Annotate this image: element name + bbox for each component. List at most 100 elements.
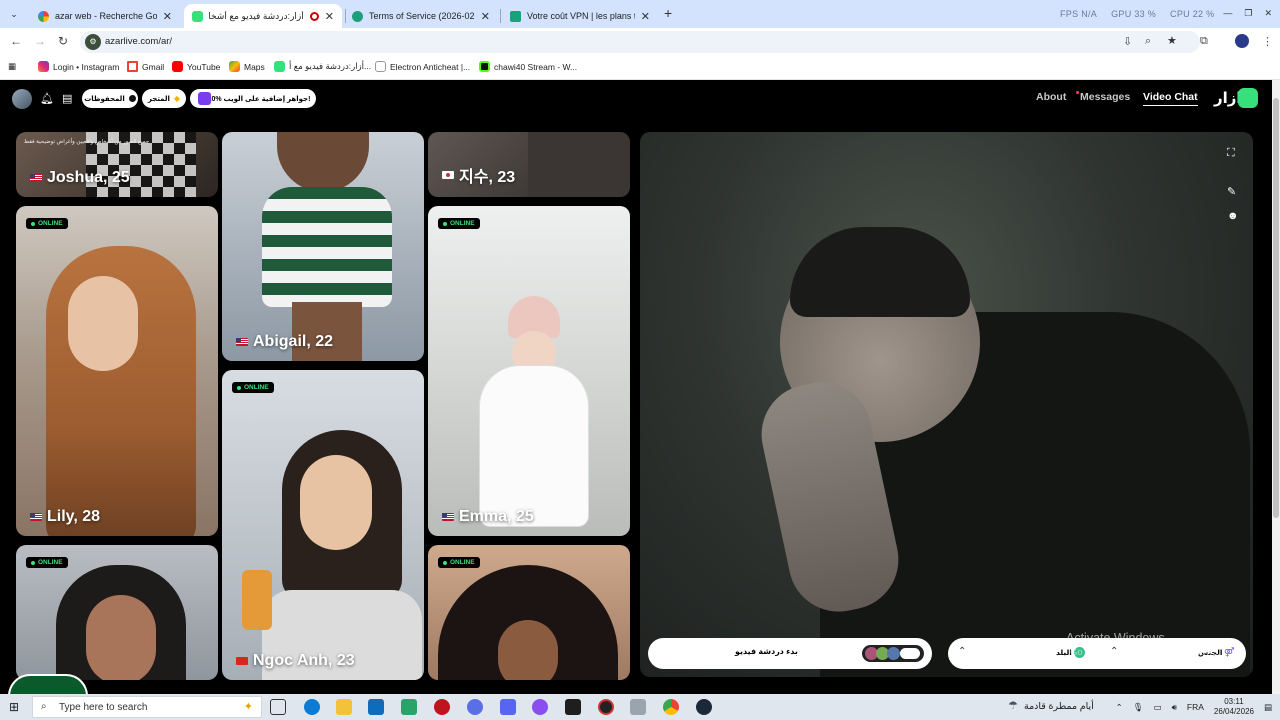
tab-azar[interactable]: أزار:دردشة فيديو مع أشخاص ✕ [184,4,342,28]
saved-button[interactable]: المحفوظات [82,89,138,108]
weather-icon[interactable]: ☂ [1008,699,1018,712]
start-video-chat-button[interactable]: بدء دردشة فيديو [648,638,932,669]
promo-banner[interactable]: 10% جواهر إضافية على الويب! [190,89,316,108]
profile-card-jisu[interactable]: 지수, 23 [428,132,630,197]
profile-photo [277,132,369,192]
install-app-icon[interactable]: ⇩ [1123,35,1132,48]
chevron-up-icon[interactable]: ⌃ [958,646,966,657]
close-tab-icon[interactable]: ✕ [163,10,172,23]
tab-title: Votre coût VPN | les plans tarifs [527,11,635,21]
profile-card-lily[interactable]: ONLINE Lily, 28 [16,206,218,536]
beauty-filter-icon[interactable]: ✎ [1227,185,1236,198]
inbox-icon[interactable]: ▤ [62,92,72,105]
bookmark-chawi40[interactable]: chawi40 Stream - W... [479,61,577,72]
user-avatar[interactable] [12,89,32,109]
store-icon[interactable] [401,699,417,715]
bookmark-star-icon[interactable]: ★ [1167,34,1177,47]
nav-video-chat[interactable]: Video Chat [1143,91,1198,106]
name-text: 지수, 23 [459,169,516,186]
us-flag-icon [30,174,42,182]
azar-logo-icon[interactable] [1238,88,1258,108]
gpu-stat: GPU 33 % [1111,9,1157,19]
app-purple-icon[interactable] [532,699,548,715]
tab-terms-of-service[interactable]: Terms of Service (2026-02-01) ✕ [344,4,498,28]
forward-icon[interactable]: → [34,34,46,48]
bookmark-label: Gmail [142,61,165,72]
back-icon[interactable]: ← [10,34,22,48]
profile-name: Ngoc Anh, 23 [236,652,355,670]
outlook-icon[interactable] [368,699,384,715]
kick-icon [479,61,490,72]
close-tab-icon[interactable]: ✕ [325,10,334,23]
bookmark-gmail[interactable]: Gmail [127,61,164,72]
fullscreen-icon[interactable]: ⛶ [1227,147,1235,160]
store-button[interactable]: المتجر ◆ [142,89,186,108]
reload-icon[interactable]: ↻ [58,34,68,48]
profile-avatar-icon[interactable] [1235,34,1249,48]
file-explorer-icon[interactable] [336,699,352,715]
address-bar[interactable]: ⚙ azarlive.com/ar/ ⇩ ⌕ ★ [80,31,1200,53]
taskbar-search[interactable]: ⌕ Type here to search ✦ [32,696,262,718]
notifications-icon[interactable]: ▤ [1264,702,1272,713]
obs-icon[interactable] [598,699,614,715]
nav-about[interactable]: About [1036,91,1066,103]
tab-vpn[interactable]: Votre coût VPN | les plans tarifs ✕ [502,4,658,28]
clock-time: 03:11 [1224,697,1244,706]
close-tab-icon[interactable]: ✕ [641,10,650,23]
scrollbar-thumb[interactable] [1273,98,1279,518]
bookmark-azar[interactable]: أزار:دردشة فيديو مع أ... [274,61,371,72]
edge-icon[interactable] [304,699,320,715]
us-flag-icon [30,513,42,521]
bookmark-maps[interactable]: Maps [229,61,265,72]
url-text[interactable]: azarlive.com/ar/ [105,36,172,47]
profile-card-abigail[interactable]: Abigail, 22 [222,132,424,361]
chrome-icon[interactable] [663,699,679,715]
apps-grid-icon[interactable]: ▦ [8,61,16,72]
minimize-icon[interactable]: — [1223,8,1232,19]
extensions-icon[interactable]: ⧉ [1200,35,1208,48]
discord-icon[interactable] [500,699,516,715]
zoom-icon[interactable]: ⌕ [1145,35,1151,48]
language-indicator[interactable]: FRA [1187,702,1204,712]
profile-card-online-2[interactable]: ONLINE [428,545,630,680]
azar-icon [274,61,285,72]
bookmark-label: Electron Anticheat |... [390,61,471,72]
bookmark-instagram[interactable]: Login • Instagram [38,61,119,72]
bookmark-label: Login • Instagram [53,61,120,72]
task-view-icon[interactable] [270,699,286,715]
windows-start-icon[interactable]: ⊞ [9,700,19,714]
app-blue-icon[interactable] [467,699,483,715]
mask-sticker-icon[interactable]: ☻ [1227,210,1239,222]
profile-card-emma[interactable]: ONLINE Emma, 25 [428,206,630,536]
profile-card-ngoc-anh[interactable]: ONLINE Ngoc Anh, 23 [222,370,424,680]
app-red-icon[interactable] [434,699,450,715]
menu-kebab-icon[interactable]: ⋮ [1262,35,1273,48]
nav-messages[interactable]: Messages [1080,91,1130,103]
bell-icon[interactable]: 🔔︎ [40,92,54,105]
close-window-icon[interactable]: ✕ [1264,8,1272,19]
terms-favicon-icon [352,10,363,22]
close-tab-icon[interactable]: ✕ [481,10,490,23]
new-tab-button[interactable]: + [664,5,672,21]
tab-search-button[interactable]: ⌄ [6,6,22,22]
terminal-icon[interactable] [565,699,581,715]
profile-card-online[interactable]: ONLINE [16,545,218,680]
online-badge: ONLINE [232,382,274,393]
clock[interactable]: 03:11 26/04/2026 [1214,697,1254,717]
weather-text[interactable]: أيام ممطرة قادمة [1024,701,1094,712]
bookmark-youtube[interactable]: YouTube [172,61,220,72]
chevron-up-icon[interactable]: ⌃ [1116,702,1123,713]
network-icon[interactable]: ▭ [1154,702,1162,713]
bookmark-electron[interactable]: Electron Anticheat |... [375,61,470,72]
restore-icon[interactable]: ❐ [1244,8,1252,19]
tab-google-search[interactable]: azar web - Recherche Google ✕ [30,4,180,28]
instagram-icon [38,61,49,72]
microphone-icon[interactable]: 🎙︎ [1133,702,1144,713]
volume-icon[interactable]: 🔊︎ [1172,702,1177,713]
app-gray-icon[interactable] [630,699,646,715]
steam-icon[interactable] [696,699,712,715]
search-placeholder: Type here to search [59,701,148,713]
site-info-icon[interactable]: ⚙ [85,34,101,50]
profile-card-joshua[interactable]: جميع الصور من أشخاص واقعيين وأغراض توضيح… [16,132,218,197]
hair-shape [790,227,970,317]
